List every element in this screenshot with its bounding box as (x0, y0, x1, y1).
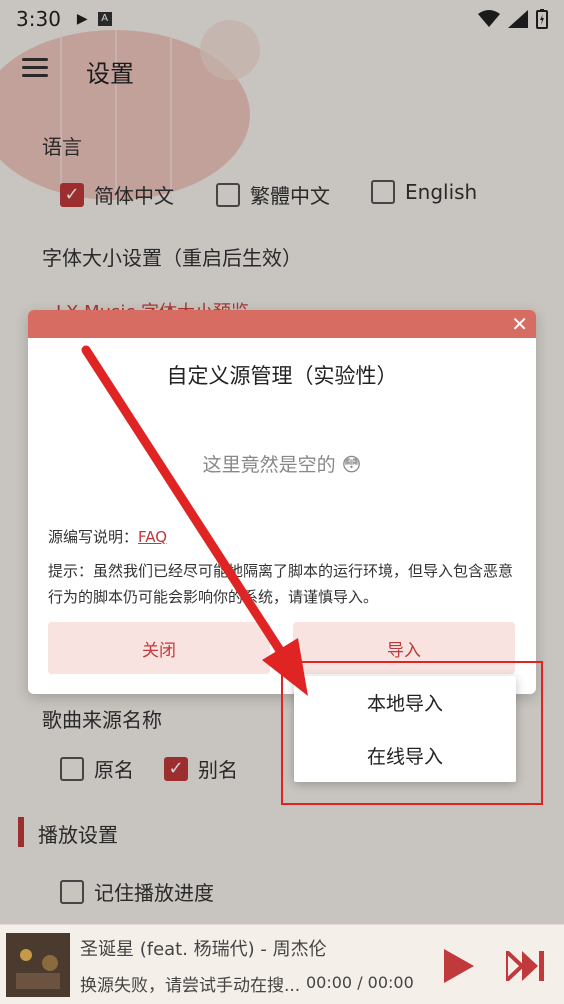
song-time: 00:00 / 00:00 (306, 973, 414, 992)
song-status: 换源失败，请尝试手动在搜... (80, 976, 301, 996)
next-track-icon[interactable] (506, 951, 544, 981)
play-icon[interactable] (444, 949, 474, 983)
annotation-arrow (81, 345, 308, 696)
mini-player[interactable]: 圣诞星 (feat. 杨瑞代) - 周杰伦 换源失败，请尝试手动在搜... 00… (0, 924, 564, 1004)
album-art[interactable] (6, 933, 70, 997)
song-title: 圣诞星 (feat. 杨瑞代) - 周杰伦 (80, 939, 327, 960)
